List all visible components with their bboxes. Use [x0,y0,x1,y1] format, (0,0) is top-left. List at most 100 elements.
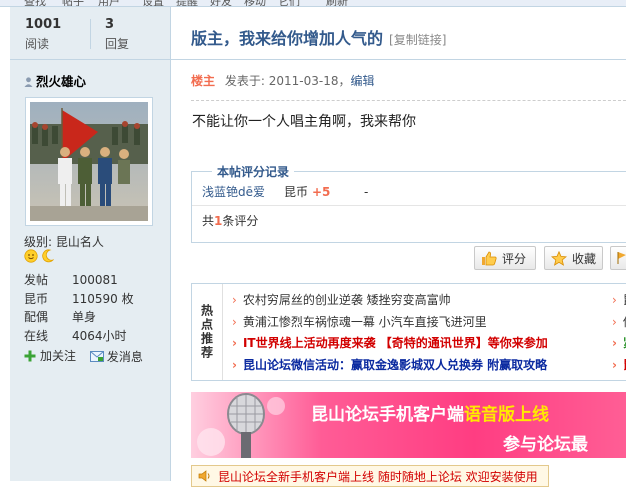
hot-item[interactable]: ›伤 [612,312,626,334]
author-sidebar: 1001 阅读 3 回复 烈火雄心 级别: 昆山名人 发帖 100081 昆币 … [10,7,171,481]
more-button[interactable] [610,246,626,270]
hot-item-text[interactable]: 昆山论坛微信活动：赢取金逸影城双人兑换券 附赢取攻略 [243,358,547,372]
copy-link[interactable]: [复制链接] [389,33,446,47]
replies-count: 3 [105,17,115,32]
nav-item[interactable]: 刷新 [326,0,348,6]
arrow-icon: › [232,314,237,329]
meta-divider [191,100,626,101]
nav-item[interactable]: 设置 [142,0,164,6]
rating-row: 浅蓝铯dē爱 昆币 +5 - [202,183,368,200]
nav-item[interactable]: 移动 [244,0,266,6]
arrow-icon: › [232,336,237,350]
thumbs-up-icon [482,251,497,265]
banner-line-1-yellow: 语音版上线 [464,405,549,425]
author-name[interactable]: 烈火雄心 [36,74,86,89]
nav-item[interactable]: 用户 [98,0,120,6]
stats-divider [90,19,91,49]
follow-button[interactable]: 加关注 [24,347,76,364]
moon-medal-icon [42,249,55,263]
info-key: 发帖 [24,273,49,287]
hot-item-text[interactable]: 农村穷屌丝的创业逆袭 矮挫穷变高富帅 [243,293,451,307]
banner-line-1-white: 昆山论坛手机客户端 [311,405,464,425]
info-value: 110590 枚 [72,291,134,306]
hot-label: 热点推荐 [199,304,214,360]
avatar[interactable] [30,102,148,221]
thread-title: 版主，我来给你增加人气的 [191,29,384,48]
info-key: 昆币 [24,291,49,306]
plus-icon [24,350,36,361]
arrow-icon: › [612,314,617,329]
hot-list-right: ›昆 ›伤 ›紧 ›昆 [612,290,626,376]
nav-item[interactable]: 好友 [210,0,232,6]
views-label: 阅读 [25,37,50,51]
replies-label: 回复 [105,37,130,51]
hot-item[interactable]: ›紧 [612,333,626,355]
info-row-spouse: 配偶 单身 [24,308,134,327]
hot-item[interactable]: › 黄浦江惨烈车祸惊魂一幕 小汽车直接飞进河里 [232,312,548,334]
hot-item[interactable]: › 农村穷屌丝的创业逆袭 矮挫穷变高富帅 [232,290,548,312]
hot-item-text[interactable]: 黄浦江惨烈车祸惊魂一幕 小汽车直接飞进河里 [243,315,487,329]
floor-label: 楼主 [191,74,216,88]
nav-item[interactable]: 提醒 [176,0,198,6]
post-date: 2011-03-18 [268,74,339,88]
rating-reason: - [364,185,369,199]
medals [24,249,55,266]
rating-legend: 本帖评分记录 [212,163,295,180]
notice-text[interactable]: 昆山论坛全新手机客户端上线 随时随地上论坛 欢迎安装使用 [218,468,538,485]
nav-item[interactable]: 查找 [24,0,46,6]
banner-line-1: 昆山论坛手机客户端语音版上线 [311,400,549,425]
arrow-icon: › [232,293,237,307]
hot-item[interactable]: › 昆山论坛微信活动：赢取金逸影城双人兑换券 附赢取攻略 [232,355,548,377]
author-info: 发帖 100081 昆币 110590 枚 配偶 单身 在线 4064小时 [24,271,134,345]
notice-bar[interactable]: 昆山论坛全新手机客户端上线 随时随地上论坛 欢迎安装使用 [191,465,549,487]
message-label[interactable]: 发消息 [107,348,143,365]
sun-medal-icon [24,249,38,263]
author-level: 级别: 昆山名人 [24,233,104,250]
rating-summary: 共1条评分 [202,212,258,229]
rating-sum-suffix: 条评分 [222,214,259,228]
info-key: 在线 [24,328,49,343]
info-value: 单身 [72,310,97,324]
favorite-button[interactable]: 收藏 [544,246,603,270]
level-value[interactable]: 昆山名人 [56,235,104,249]
info-value: 100081 [72,273,118,287]
hot-item[interactable]: › IT世界线上活动再度来袭 【奇特的通讯世界】等你来参加 [232,333,548,355]
rating-divider [192,205,626,206]
follow-label[interactable]: 加关注 [40,347,76,364]
post-meta: 楼主 发表于: 2011-03-18，编辑 [191,72,375,89]
rate-label[interactable]: 评分 [502,250,526,267]
rating-user[interactable]: 浅蓝铯dē爱 [202,183,284,200]
arrow-icon: › [612,293,617,307]
user-icon [24,77,33,87]
hot-item[interactable]: ›昆 [612,290,626,312]
arrow-icon: › [612,336,617,350]
author-name-row[interactable]: 烈火雄心 [24,71,86,90]
avatar-frame [25,97,153,226]
hot-item[interactable]: ›昆 [612,355,626,377]
views-count: 1001 [25,17,62,32]
author-actions: 加关注 发消息 [24,347,153,365]
arrow-icon: › [612,357,617,372]
hot-item-text[interactable]: IT世界线上活动再度来袭 【奇特的通讯世界】等你来参加 [243,336,548,350]
flag-icon [617,252,626,264]
edit-link[interactable]: 编辑 [350,74,374,88]
top-nav-strip: 查找 帖子 用户 设置 提醒 好友 移动 它们 刷新 [0,0,626,7]
microphone-graphic [197,393,285,458]
thread-title-row: 版主，我来给你增加人气的 [复制链接] [191,25,446,49]
app-promo-banner[interactable]: 昆山论坛手机客户端语音版上线 参与论坛最 [191,392,626,458]
nav-item[interactable]: 它们 [278,0,300,6]
speaker-icon [198,470,210,482]
nav-item[interactable]: 帖子 [62,0,84,6]
info-row-posts: 发帖 100081 [24,271,134,290]
message-button[interactable]: 发消息 [89,348,143,365]
envelope-icon [89,350,104,362]
star-icon [551,250,567,266]
rating-currency: 昆币 [284,185,309,199]
thread-stats: 1001 阅读 3 回复 [10,7,170,60]
hot-recommend-box: 热点推荐 › 农村穷屌丝的创业逆袭 矮挫穷变高富帅 › 黄浦江惨烈车祸惊魂一幕 小汽… [191,283,626,381]
rate-button[interactable]: 评分 [474,246,536,270]
rating-log: 本帖评分记录 浅蓝铯dē爱 昆币 +5 - 共1条评分 [191,163,626,243]
favorite-label[interactable]: 收藏 [572,250,596,267]
info-row-coins: 昆币 110590 枚 [24,290,134,309]
rating-sum-prefix: 共 [202,214,215,228]
